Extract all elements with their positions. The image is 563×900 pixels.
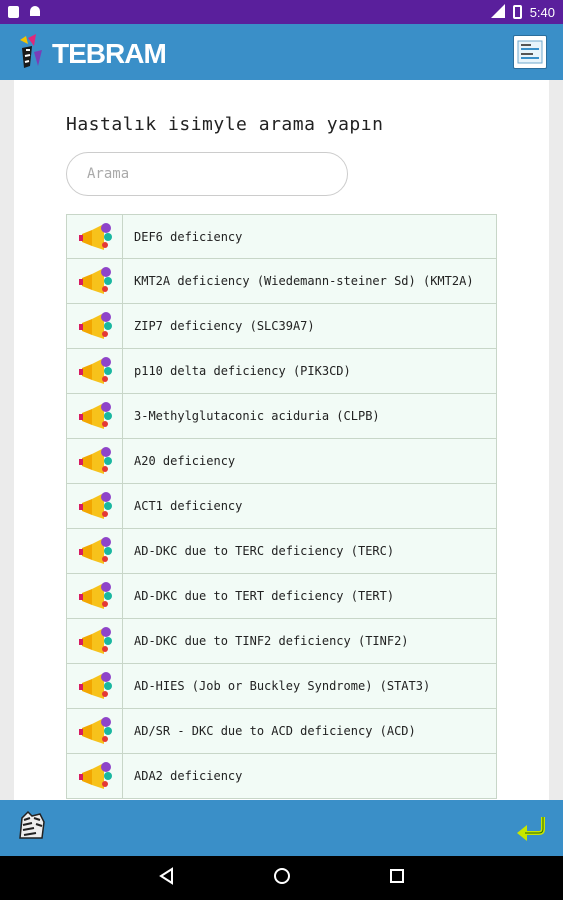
- nav-back-icon[interactable]: [158, 867, 176, 889]
- back-button[interactable]: [513, 811, 549, 845]
- megaphone-icon: [67, 619, 123, 663]
- list-item-label: ZIP7 deficiency (SLC39A7): [134, 319, 315, 333]
- list-item[interactable]: ADA2 deficiency: [66, 754, 497, 799]
- list-item[interactable]: ACT1 deficiency: [66, 484, 497, 529]
- battery-icon: [512, 5, 522, 19]
- list-item-label: A20 deficiency: [134, 454, 236, 468]
- status-time: 5:40: [529, 4, 555, 20]
- list-item[interactable]: DEF6 deficiency: [66, 214, 497, 259]
- bottom-bar: [0, 800, 563, 856]
- list-item-label: AD-DKC due to TERT deficiency (TERT): [134, 589, 395, 603]
- disease-list: DEF6 deficiency KMT2A deficiency (Wiedem…: [66, 214, 497, 799]
- megaphone-icon: [67, 304, 123, 348]
- megaphone-icon: [67, 394, 123, 438]
- logo-text: TEBRAM: [52, 38, 167, 69]
- megaphone-icon: [67, 259, 123, 303]
- list-item-label: AD-HIES (Job or Buckley Syndrome) (STAT3…: [134, 679, 431, 693]
- document-menu-icon: [517, 40, 543, 64]
- list-item[interactable]: ZIP7 deficiency (SLC39A7): [66, 304, 497, 349]
- menu-button[interactable]: [513, 35, 547, 69]
- list-item[interactable]: KMT2A deficiency (Wiedemann-steiner Sd) …: [66, 259, 497, 304]
- list-item-label: AD-DKC due to TERC deficiency (TERC): [134, 544, 395, 558]
- megaphone-icon: [67, 574, 123, 618]
- list-item-label: AD-DKC due to TINF2 deficiency (TINF2): [134, 634, 409, 648]
- list-item[interactable]: AD-HIES (Job or Buckley Syndrome) (STAT3…: [66, 664, 497, 709]
- list-item[interactable]: AD-DKC due to TERT deficiency (TERT): [66, 574, 497, 619]
- megaphone-icon: [67, 439, 123, 483]
- nav-home-icon[interactable]: [272, 866, 292, 890]
- list-item[interactable]: A20 deficiency: [66, 439, 497, 484]
- list-item[interactable]: AD-DKC due to TINF2 deficiency (TINF2): [66, 619, 497, 664]
- main-content: Hastalık isimyle arama yapın DEF6 defici…: [14, 80, 549, 800]
- signal-icon: [490, 3, 505, 21]
- status-bar: 5:40: [0, 0, 563, 24]
- megaphone-icon: [67, 349, 123, 393]
- list-item[interactable]: 3-Methylglutaconic aciduria (CLPB): [66, 394, 497, 439]
- app-logo: TEBRAM: [16, 32, 167, 72]
- megaphone-icon: [67, 529, 123, 573]
- return-arrow-icon: [517, 817, 545, 841]
- list-item[interactable]: AD/SR - DKC due to ACD deficiency (ACD): [66, 709, 497, 754]
- search-input[interactable]: [66, 152, 348, 196]
- system-nav-bar: [0, 856, 563, 900]
- list-item-label: AD/SR - DKC due to ACD deficiency (ACD): [134, 724, 416, 738]
- zebra-logo-icon: [20, 34, 42, 68]
- app-bar: TEBRAM: [0, 24, 563, 80]
- list-item-label: ADA2 deficiency: [134, 769, 243, 783]
- notification-icon: [8, 6, 19, 18]
- page-title: Hastalık isimyle arama yapın: [66, 114, 384, 135]
- list-item-label: p110 delta deficiency (PIK3CD): [134, 364, 351, 378]
- list-item-label: DEF6 deficiency: [134, 229, 243, 244]
- megaphone-icon: [67, 484, 123, 528]
- megaphone-icon: [67, 754, 123, 798]
- nav-recents-icon[interactable]: [388, 867, 406, 889]
- list-item-label: ACT1 deficiency: [134, 499, 243, 513]
- megaphone-icon: [67, 215, 123, 258]
- megaphone-icon: [67, 664, 123, 708]
- android-icon: [29, 5, 41, 20]
- list-item[interactable]: p110 delta deficiency (PIK3CD): [66, 349, 497, 394]
- list-item-label: KMT2A deficiency (Wiedemann-steiner Sd) …: [134, 274, 474, 288]
- zebra-icon: [19, 810, 45, 839]
- list-item-label: 3-Methylglutaconic aciduria (CLPB): [134, 409, 380, 423]
- megaphone-icon: [67, 709, 123, 753]
- list-item[interactable]: AD-DKC due to TERC deficiency (TERC): [66, 529, 497, 574]
- zebra-home-button[interactable]: [14, 808, 50, 848]
